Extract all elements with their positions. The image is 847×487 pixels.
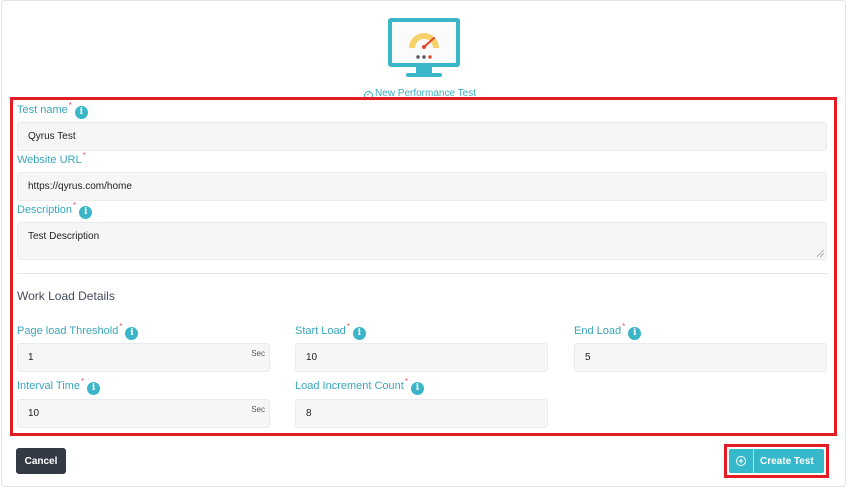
cancel-button[interactable]: Cancel <box>16 448 66 474</box>
seconds-unit: Sec <box>251 405 265 414</box>
load-increment-count-value: 8 <box>306 408 312 419</box>
info-icon[interactable]: i <box>87 382 101 395</box>
end-load-input[interactable]: 5 <box>574 343 827 372</box>
seconds-unit: Sec <box>251 349 265 358</box>
resize-handle-icon[interactable] <box>817 250 824 257</box>
test-name-value: Qyrus Test <box>28 131 76 142</box>
info-icon[interactable]: i <box>74 106 88 119</box>
workload-section-title: Work Load Details <box>17 289 115 303</box>
test-name-label: Test name*i <box>17 101 88 119</box>
info-icon[interactable]: i <box>410 382 424 395</box>
description-textarea[interactable]: Test Description <box>17 222 827 260</box>
end-load-label: End Load*i <box>574 322 642 340</box>
interval-time-label: Interval Time*i <box>17 377 101 395</box>
interval-time-value: 10 <box>28 408 40 419</box>
plus-circle-icon: + <box>729 449 754 473</box>
create-test-label: Create Test <box>760 455 814 467</box>
website-url-value: https://qyrus.com/home <box>28 181 132 192</box>
load-increment-count-input[interactable]: 8 <box>295 399 548 428</box>
create-test-highlight: + Create Test <box>724 444 829 478</box>
page-load-threshold-value: 1 <box>28 352 34 363</box>
description-label: Description*i <box>17 201 93 219</box>
page-load-threshold-label: Page load Threshold*i <box>17 322 139 340</box>
end-load-value: 5 <box>585 352 591 363</box>
info-icon[interactable]: i <box>352 327 366 340</box>
start-load-input[interactable]: 10 <box>295 343 548 372</box>
section-divider <box>17 273 827 274</box>
info-icon[interactable]: i <box>125 327 139 340</box>
info-icon[interactable]: i <box>79 206 93 219</box>
start-load-label: Start Load*i <box>295 322 366 340</box>
start-load-value: 10 <box>306 352 318 363</box>
website-url-input[interactable]: https://qyrus.com/home <box>17 172 827 201</box>
interval-time-input[interactable]: 10 Sec <box>17 399 270 428</box>
test-name-input[interactable]: Qyrus Test <box>17 122 827 151</box>
monitor-speedometer-icon <box>388 18 460 78</box>
create-test-button[interactable]: + Create Test <box>729 449 824 473</box>
description-value: Test Description <box>28 231 100 242</box>
load-increment-count-label: Load Increment Count*i <box>295 377 424 395</box>
website-url-label: Website URL* <box>17 151 86 166</box>
info-icon[interactable]: i <box>628 327 642 340</box>
page-load-threshold-input[interactable]: 1 Sec <box>17 343 270 372</box>
